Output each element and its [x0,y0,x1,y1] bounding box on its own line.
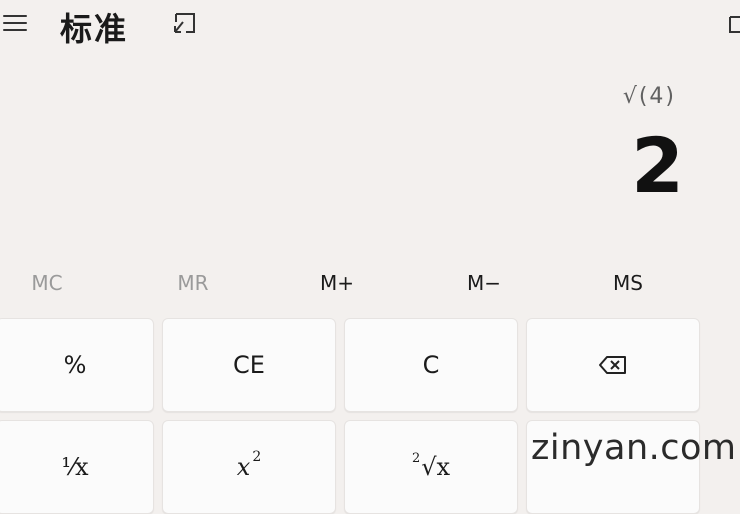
memory-add-button[interactable]: M+ [287,262,387,304]
reciprocal-label: ⅟x [61,453,89,481]
clear-label: C [422,351,440,379]
title-bar: 标准 [0,0,740,52]
hamburger-menu-icon[interactable] [0,10,30,36]
memory-row: MC MR M+ M− MS [0,262,740,304]
square-button[interactable]: x2 [162,420,336,514]
watermark-text: zinyan.com [531,428,737,468]
memory-recall-button[interactable]: MR [143,262,243,304]
clear-entry-button[interactable]: CE [162,318,336,412]
expression-display: √(4) [622,84,676,109]
percent-label: % [63,351,87,379]
history-icon[interactable] [728,12,740,38]
mode-title: 标准 [60,10,129,48]
backspace-icon [599,356,626,374]
percent-button[interactable]: % [0,318,154,412]
square-exponent: 2 [252,449,262,465]
square-root-button[interactable]: 2 √x [344,420,518,514]
result-display: 2 [631,121,684,210]
root-body: √x [421,453,451,481]
keep-on-top-icon[interactable] [170,10,202,40]
clear-button[interactable]: C [344,318,518,412]
square-base: x [236,453,251,481]
memory-clear-button[interactable]: MC [0,262,97,304]
root-index: 2 [411,450,421,466]
memory-store-button[interactable]: MS [578,262,678,304]
backspace-button[interactable] [526,318,700,412]
memory-subtract-button[interactable]: M− [434,262,534,304]
reciprocal-button[interactable]: ⅟x [0,420,154,514]
clear-entry-label: CE [233,351,265,379]
